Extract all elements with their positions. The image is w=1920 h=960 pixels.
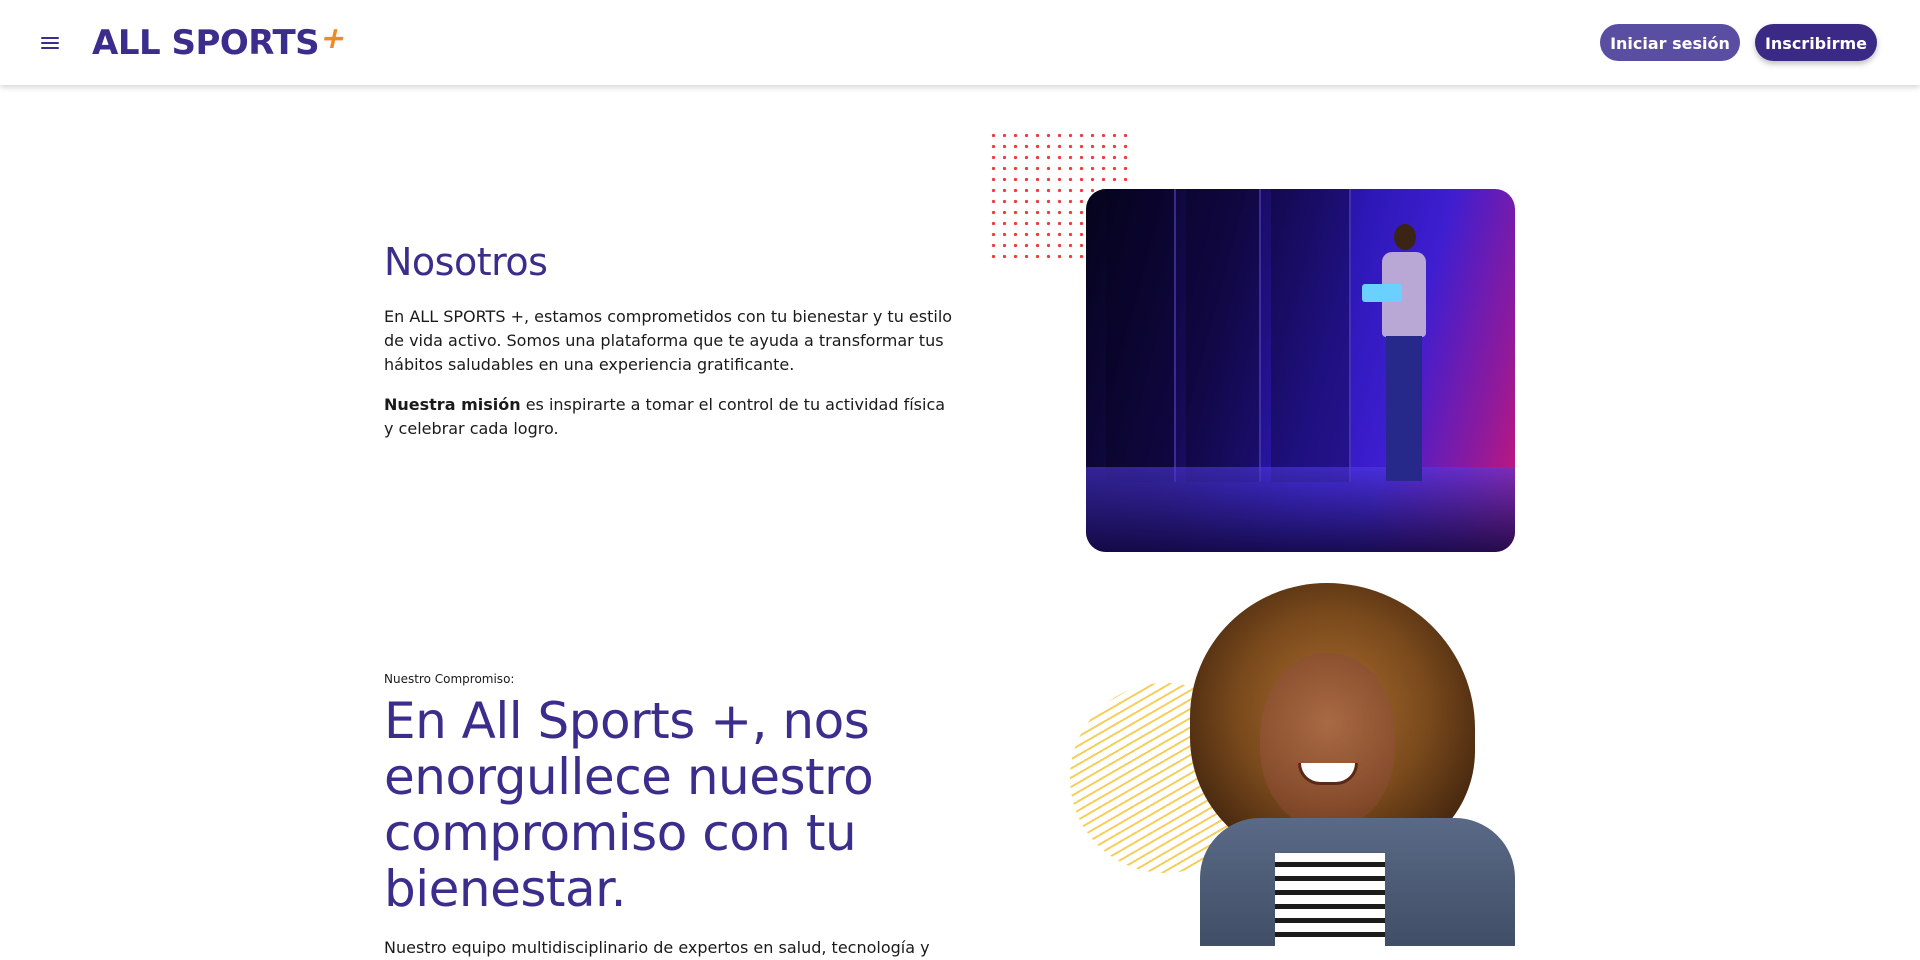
about-title: Nosotros xyxy=(384,240,548,284)
signup-button[interactable]: Inscribirme xyxy=(1755,24,1877,61)
mission-paragraph: Nuestra misión es inspirarte a tomar el … xyxy=(384,393,954,441)
login-button[interactable]: Iniciar sesión xyxy=(1600,24,1740,61)
logo-text: ALL SPORTS xyxy=(92,23,320,63)
commitment-title: En All Sports +, nos enorgullece nuestro… xyxy=(384,692,874,918)
smiling-woman-photo xyxy=(1070,583,1515,946)
technician-figure xyxy=(1362,224,1431,494)
mission-label: Nuestra misión xyxy=(384,395,521,414)
logo-plus: + xyxy=(317,21,351,56)
hamburger-menu-icon[interactable] xyxy=(38,32,64,54)
top-navbar: ALL SPORTS + Iniciar sesión Inscribirme xyxy=(0,0,1920,85)
about-paragraph: En ALL SPORTS +, estamos comprometidos c… xyxy=(384,307,953,374)
commitment-kicker: Nuestro Compromiso: xyxy=(384,672,515,686)
commitment-paragraph: Nuestro equipo multidisciplinario de exp… xyxy=(384,938,930,957)
brand-logo[interactable]: ALL SPORTS + xyxy=(92,18,350,68)
server-room-photo xyxy=(1086,189,1515,552)
